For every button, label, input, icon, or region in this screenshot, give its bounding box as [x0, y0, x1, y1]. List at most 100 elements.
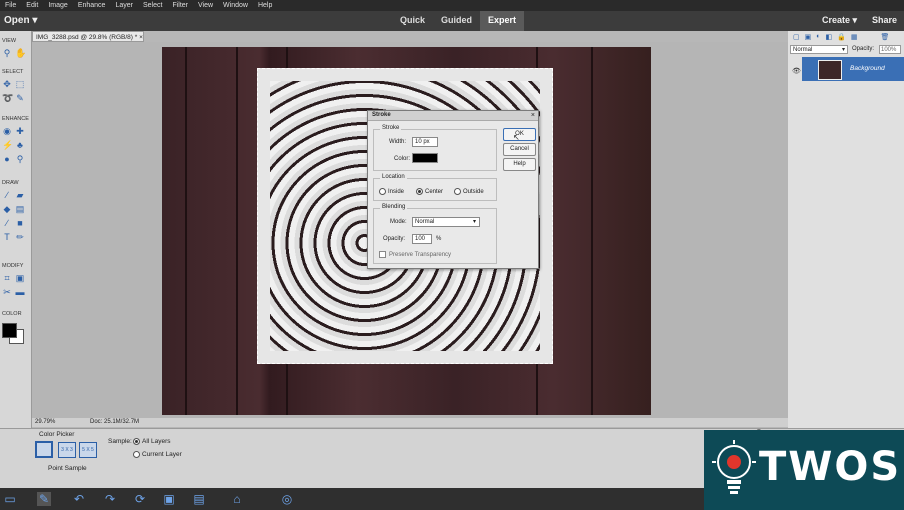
type-icon[interactable]: T — [2, 232, 12, 242]
brush-icon[interactable]: ∕ — [2, 190, 12, 200]
shape-icon[interactable]: ■ — [15, 218, 25, 228]
photo-bin-icon[interactable]: ▭ — [3, 492, 17, 506]
location-center[interactable]: Center — [416, 188, 443, 195]
layer-opacity-input[interactable]: 100% — [879, 45, 901, 54]
undo-icon[interactable]: ↶ — [72, 492, 86, 506]
radio-all-layers[interactable] — [133, 438, 140, 445]
mode-label: Mode: — [390, 219, 407, 225]
clone-stamp-icon[interactable]: ♣ — [15, 140, 25, 150]
quick-select-icon[interactable]: ✎ — [15, 93, 25, 103]
radio-current-layer[interactable] — [133, 451, 140, 458]
content-aware-move-icon[interactable]: ✂ — [2, 287, 12, 297]
foreground-color-swatch[interactable] — [2, 323, 17, 338]
move-icon[interactable]: ✥ — [2, 79, 12, 89]
layout-icon[interactable]: ▣ — [162, 492, 176, 506]
color-picker-icon[interactable]: ∕ — [2, 218, 12, 228]
section-color: COLOR — [2, 311, 22, 317]
eye-icon[interactable]: ◉ — [2, 126, 12, 136]
menu-select[interactable]: Select — [138, 2, 167, 9]
sponge-icon[interactable]: ⚲ — [15, 154, 25, 164]
menu-enhance[interactable]: Enhance — [73, 2, 111, 9]
tab-guided[interactable]: Guided — [433, 11, 480, 31]
menu-window[interactable]: Window — [218, 2, 253, 9]
bandage-icon[interactable]: ✚ — [15, 126, 25, 136]
watermark-text: TWOS — [759, 444, 902, 490]
radio-center[interactable] — [416, 188, 423, 195]
stroke-color-swatch[interactable] — [412, 153, 438, 163]
eraser-icon[interactable]: ▰ — [15, 190, 25, 200]
chevron-down-icon: ▾ — [841, 47, 845, 53]
tab-quick[interactable]: Quick — [392, 11, 433, 31]
recompose-icon[interactable]: ▣ — [15, 273, 25, 283]
lock-all-icon[interactable]: ▦ — [851, 33, 858, 41]
visibility-eye-icon[interactable]: 👁 — [792, 67, 801, 75]
adjustment-layer-icon[interactable]: ◐ — [816, 33, 820, 41]
zoom-level: 29.79% — [35, 419, 56, 425]
create-button[interactable]: Create ▾ — [822, 15, 857, 26]
document-tab[interactable]: IMG_3288.psd @ 29.8% (RGB/8) * × — [32, 31, 144, 42]
menu-filter[interactable]: Filter — [167, 2, 193, 9]
help-button[interactable]: Help — [503, 158, 536, 171]
trash-icon[interactable]: 🗑 — [880, 33, 889, 41]
dialog-close-icon[interactable]: × — [531, 111, 535, 120]
layers-panel: ▢ ▣ ◐ ◧ 🔒 ▦ 🗑 Normal ▾ Opacity: 100% 👁 Ba… — [788, 31, 904, 428]
sample-5x5-button[interactable]: 5 X 5 — [79, 442, 97, 458]
opacity-input[interactable]: 100 — [412, 234, 432, 244]
mask-icon[interactable]: ◧ — [825, 33, 832, 41]
location-group: Location Inside Center Outside — [373, 174, 497, 201]
redo-icon[interactable]: ↷ — [103, 492, 117, 506]
tool-options-icon[interactable]: ✎ — [37, 492, 51, 506]
menu-edit[interactable]: Edit — [21, 2, 43, 9]
menu-file[interactable]: File — [0, 2, 21, 9]
tab-expert[interactable]: Expert — [480, 11, 525, 31]
menu-help[interactable]: Help — [253, 2, 277, 9]
new-group-icon[interactable]: ▣ — [805, 33, 812, 41]
home-screen-icon[interactable]: ⌂ — [230, 492, 244, 506]
layer-thumbnail — [818, 60, 842, 80]
paint-bucket-icon[interactable]: ◆ — [2, 204, 12, 214]
section-draw: DRAW — [2, 180, 19, 186]
layer-toolbar: ▢ ▣ ◐ ◧ 🔒 ▦ 🗑 — [793, 33, 889, 41]
crop-icon[interactable]: ⌗ — [2, 273, 12, 283]
sample-all-layers[interactable]: All Layers — [133, 438, 171, 445]
sample-current-layer[interactable]: Current Layer — [133, 451, 182, 458]
menu-view[interactable]: View — [193, 2, 218, 9]
preserve-transparency[interactable]: Preserve Transparency — [379, 251, 451, 258]
blend-mode-select[interactable]: Normal ▾ — [790, 45, 848, 54]
cancel-button[interactable]: Cancel — [503, 143, 536, 156]
lock-icon[interactable]: 🔒 — [837, 33, 846, 41]
location-inside[interactable]: Inside — [379, 188, 404, 195]
layer-background[interactable]: Background — [802, 57, 904, 81]
hand-icon[interactable]: ✋ — [15, 48, 26, 58]
new-layer-icon[interactable]: ▢ — [793, 33, 800, 41]
width-input[interactable]: 10 px — [412, 137, 438, 147]
close-tab-icon[interactable]: × — [139, 34, 143, 41]
rotate-icon[interactable]: ⟳ — [133, 492, 147, 506]
sample-3x3-button[interactable]: 3 X 3 — [58, 442, 76, 458]
menu-layer[interactable]: Layer — [110, 2, 138, 9]
preserve-checkbox[interactable] — [379, 251, 386, 258]
mode-select[interactable]: Normal ▾ — [412, 217, 480, 227]
pencil-icon[interactable]: ✏ — [15, 232, 25, 242]
organizer-icon[interactable]: ▤ — [192, 492, 206, 506]
blur-icon[interactable]: ● — [2, 154, 12, 164]
straighten-icon[interactable]: ▬ — [15, 287, 25, 297]
gradient-icon[interactable]: ▤ — [15, 204, 25, 214]
radio-outside[interactable] — [454, 188, 461, 195]
radio-inside[interactable] — [379, 188, 386, 195]
point-sample-button[interactable] — [35, 441, 53, 458]
toolbox: VIEW ⚲ ✋ SELECT ✥ ⬚ ➰ ✎ ENHANCE ◉ ✚ ⚡ ♣ … — [0, 31, 32, 428]
location-outside[interactable]: Outside — [454, 188, 484, 195]
zoom-icon[interactable]: ⚲ — [2, 48, 12, 58]
lasso-icon[interactable]: ➰ — [2, 93, 13, 103]
marquee-icon[interactable]: ⬚ — [15, 79, 25, 89]
share-button[interactable]: Share — [872, 15, 897, 25]
mode-tabs: Quick Guided Expert — [392, 11, 525, 31]
doc-size: Doc: 25.1M/32.7M — [90, 419, 140, 425]
open-button[interactable]: Open ▾ — [4, 15, 37, 26]
elements-web-icon[interactable]: ◎ — [280, 492, 294, 506]
menu-image[interactable]: Image — [43, 2, 72, 9]
color-label: Color: — [394, 156, 411, 162]
smart-brush-icon[interactable]: ⚡ — [2, 140, 13, 150]
watermark-logo: TWOS — [704, 430, 904, 510]
